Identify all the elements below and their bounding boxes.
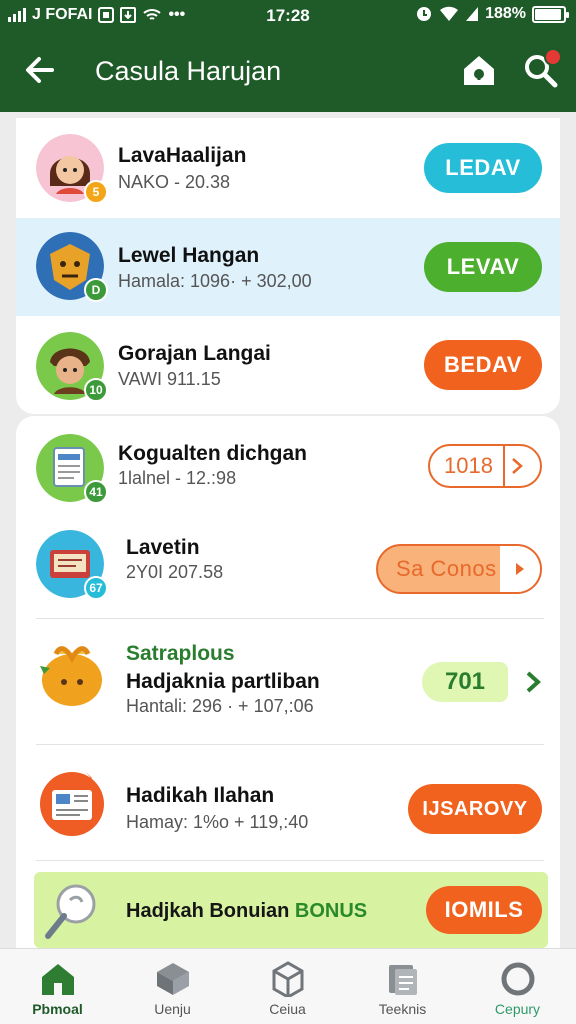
item-title: Hadikah Ilahan (126, 784, 275, 807)
divider (36, 860, 544, 861)
nav-label: Uenju (154, 1001, 191, 1017)
item-title: Lavetin (126, 536, 200, 559)
home-lock-icon[interactable] (460, 52, 498, 88)
chevron-right-icon[interactable] (522, 670, 544, 694)
wifi-signal-icon (440, 6, 459, 22)
nav-item-box[interactable]: Uenju (115, 949, 230, 1024)
nav-label: Teeknis (378, 1001, 427, 1017)
alarm-icon (417, 7, 432, 21)
nav-label: Ceiua (269, 1001, 306, 1017)
chevron-right-icon (500, 546, 540, 592)
package-icon (272, 961, 304, 997)
divider (36, 744, 544, 745)
item-action-button[interactable]: IJSAROVY (408, 784, 542, 834)
documents-icon (389, 965, 417, 995)
bonus-title-line: Hadjkah Bonuian BONUS (126, 900, 367, 923)
item-title: Gorajan Langai (118, 342, 271, 365)
back-arrow-icon[interactable] (22, 52, 58, 88)
circle-icon (501, 962, 535, 996)
list-item-highlighted[interactable]: D Lewel Hangan Hamala: 1096· + 302,00 LE… (16, 218, 560, 316)
avatar (36, 636, 108, 708)
item-title: LavaHaalijan (118, 144, 247, 167)
item-subtitle: 1lalnel - 12.:98 (118, 468, 237, 488)
item-title: Kogualten dichgan (118, 442, 307, 465)
status-right: 188% (415, 5, 569, 23)
item-count-button[interactable]: 1018 (428, 444, 542, 488)
item-title: Lewel Hangan (118, 244, 260, 267)
nav-item-circle[interactable]: Cepury (460, 949, 575, 1024)
divider (36, 618, 544, 619)
item-action-label: Sa Conos (396, 556, 497, 581)
item-action-button[interactable]: LEVAV (424, 242, 542, 292)
item-subtitle: NAKO - 20.38 (118, 172, 231, 192)
item-subtitle: Hamala: 1096· + 302,00 (118, 271, 312, 291)
item-title: Hadjaknia partliban (126, 670, 320, 693)
item-subtitle: Hantali: 296 · + 107,:06 (126, 696, 314, 716)
item-title: Hadjkah Bonuian (126, 900, 290, 922)
page-title: Casula Harujan (95, 56, 282, 86)
battery-percent: 188% (485, 5, 526, 22)
news-icon (40, 772, 104, 836)
magnifier-coin-icon (45, 884, 96, 939)
search-button[interactable] (520, 48, 562, 90)
item-action-button[interactable]: BEDAV (424, 340, 542, 390)
list-item[interactable]: Hadikah Ilahan Hamay: 1%o + 119,:40 IJSA… (16, 748, 560, 860)
app-bar: Casula Harujan (0, 36, 576, 108)
avatar: 41 (36, 434, 108, 504)
item-badge: D (84, 278, 108, 302)
item-action-button[interactable]: LEDAV (424, 143, 542, 193)
bonus-item[interactable]: Hadjkah Bonuian BONUS IOMILS (34, 872, 548, 948)
item-action-button[interactable]: Sa Conos (376, 544, 542, 594)
avatar: D (36, 232, 108, 302)
item-count: 1018 (444, 453, 493, 478)
nav-label: Cepury (494, 1001, 541, 1017)
item-badge: 67 (84, 576, 108, 600)
nav-item-home[interactable]: Pbmoal (0, 949, 115, 1024)
item-badge: 5 (84, 180, 108, 204)
nav-label: Pbmoal (32, 1001, 83, 1017)
nav-item-documents[interactable]: Teeknis (345, 949, 460, 1024)
item-action-button[interactable]: IOMILS (426, 886, 542, 934)
list-item[interactable]: Satraplous Hadjaknia partliban Hantali: … (16, 622, 560, 742)
top-bar: J FOFAI ••• 17:28 188% Casula Harujan (0, 0, 576, 112)
nav-item-package[interactable]: Ceiua (230, 949, 345, 1024)
list-item[interactable]: 10 Gorajan Langai VAWI 911.15 BEDAV (16, 316, 560, 414)
list-item[interactable]: 67 Lavetin 2Y0I 207.58 Sa Conos (16, 520, 560, 618)
list-item[interactable]: 5 LavaHaalijan NAKO - 20.38 LEDAV (16, 118, 560, 218)
list-item[interactable]: 41 Kogualten dichgan 1lalnel - 12.:98 10… (16, 420, 560, 520)
box-icon (157, 963, 189, 995)
item-badge: 41 (84, 480, 108, 504)
cell-signal-icon (466, 7, 479, 21)
item-subtitle: Hamay: 1%o + 119,:40 (126, 812, 309, 832)
avatar: 5 (36, 134, 108, 204)
bonus-label: BONUS (294, 900, 368, 922)
notification-dot (544, 48, 562, 66)
gift-bag-icon (40, 646, 102, 706)
avatar: 10 (36, 332, 108, 402)
avatar (36, 766, 108, 838)
item-tag: Satraplous (126, 642, 235, 665)
item-count: 701 (444, 668, 486, 695)
item-count-badge[interactable]: 701 (422, 662, 508, 702)
avatar: 67 (36, 530, 108, 600)
item-subtitle: VAWI 911.15 (118, 369, 221, 389)
status-bar: J FOFAI ••• 17:28 188% (0, 0, 576, 32)
chevron-right-icon (502, 446, 529, 486)
bottom-navigation: Pbmoal Uenju Ceiua Teeknis Cepury (0, 948, 576, 1024)
home-icon (42, 964, 74, 995)
item-badge: 10 (84, 378, 108, 402)
battery-icon (532, 5, 569, 23)
item-subtitle: 2Y0I 207.58 (126, 562, 224, 582)
